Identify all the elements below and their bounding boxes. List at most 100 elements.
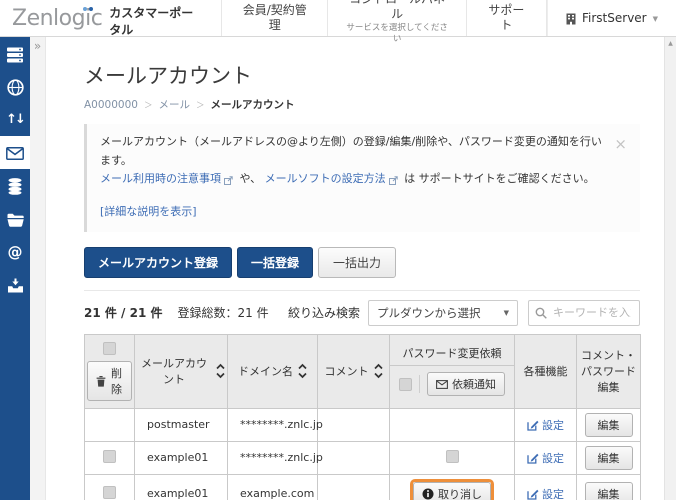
logo-dots-icon [83,6,94,11]
select-all-checkbox[interactable] [103,341,116,355]
sort-icon[interactable] [373,363,383,379]
close-icon[interactable]: × [614,137,627,152]
sidebar-expand-icon[interactable]: » [30,37,45,55]
account-menu[interactable]: FirstServer ▼ [547,0,676,36]
nav-support[interactable]: サポート [465,0,547,36]
external-link-icon [388,171,398,190]
account-cell: postmaster [134,407,228,442]
breadcrumb-separator: ＞ [143,100,153,111]
settings-link[interactable]: 設定 [527,486,564,500]
delete-button[interactable]: 削除 [87,360,132,401]
chevron-down-icon: ▼ [652,15,658,23]
globe-icon [6,77,24,96]
search-input[interactable] [551,305,633,321]
edit-button[interactable]: 編集 [584,412,633,437]
select-all-password-checkbox[interactable] [399,377,412,391]
comment-cell [317,407,390,442]
pw-request-checkbox[interactable] [445,449,459,463]
edit-pencil-icon [527,451,539,464]
nav-member-contract[interactable]: 会員/契約管理 [220,0,327,36]
account-cell: example01 [134,473,228,500]
settings-link[interactable]: 設定 [527,450,564,466]
settings-label: 設定 [542,487,564,500]
breadcrumb-account-id[interactable]: A0000000 [84,99,138,111]
header-password-request-label: パスワード変更依頼 [390,340,514,367]
notice-middle: や、 [239,172,262,186]
functions-cell: 設定 [514,407,577,442]
sort-icon[interactable] [216,363,225,379]
edit-pencil-icon [527,487,539,500]
mail-setup-link[interactable]: メールソフトの設定方法 [265,172,386,185]
external-link-icon [224,171,233,190]
app-window: Zenlogic カスタマーポータル 会員/契約管理 コントロールパネル サービ… [0,0,676,500]
notice-suffix: は サポートサイトをご確認ください。 [404,172,595,186]
sidebar-item-at[interactable]: @ [0,235,30,268]
pw-cell [389,407,515,442]
show-details-link[interactable]: [詳細な説明を表示] [100,203,197,222]
breadcrumb: A0000000 ＞ メール ＞ メールアカウント [84,97,664,112]
scroll-up-arrow-icon[interactable]: ▲ [665,37,676,50]
chevron-down-icon: ▼ [503,308,509,317]
page-title: メールアカウント [84,64,252,88]
header-mail-account: メールアカウント [134,333,228,409]
divider [419,375,420,394]
envelope-icon [436,378,448,391]
bulk-register-button[interactable]: 一括登録 [237,246,314,278]
edit-pencil-icon [527,418,539,431]
bulk-export-button[interactable]: 一括出力 [318,246,397,278]
sidebar-item-import[interactable] [0,268,30,301]
transfer-icon: ↑↓ [6,112,26,127]
register-mail-account-button[interactable]: メールアカウント登録 [84,246,233,278]
account-cell: example01 [134,440,228,475]
main-content: メールアカウント A0000000 ＞ メール ＞ メールアカウント × メール… [46,37,664,500]
cancel-request-button[interactable]: 取り消し [413,481,491,500]
sidebar: ↑↓ @ [0,37,30,500]
sidebar-item-database[interactable] [0,169,30,202]
server-icon [6,44,24,63]
header-domain-label: ドメイン名 [238,365,293,379]
mail-icon [6,143,24,162]
notes-link[interactable]: メール利用時の注意事項 [100,172,221,185]
sidebar-item-folder[interactable] [0,202,30,235]
vertical-scrollbar[interactable]: ▲ [664,37,676,500]
select-cell [84,440,135,475]
sidebar-item-server[interactable] [0,37,30,70]
folder-icon [7,209,24,228]
select-cell [84,473,135,500]
header-functions: 各種機能 [514,333,577,409]
nav-label: コントロールパネル [349,0,445,21]
notify-request-button[interactable]: 依頼通知 [427,372,505,397]
edit-button[interactable]: 編集 [584,445,633,470]
sidebar-item-globe[interactable] [0,70,30,103]
breadcrumb-mail[interactable]: メール [158,97,190,112]
breadcrumb-current: メールアカウント [210,99,295,111]
filter-dropdown[interactable]: プルダウンから選択 ▼ [368,299,518,326]
header-comment: コメント [317,333,390,409]
nav-sublabel: サービスを選択してください [346,22,448,44]
mail-account-table: 削除 メールアカウント ドメイン名 コメント パスワード変更依頼 依頼通知 各種… [84,333,641,500]
search-icon [535,306,547,320]
nav-label: サポート [488,3,525,32]
header-password-request: パスワード変更依頼 依頼通知 [389,333,515,409]
domain-cell: ********.znlc.jp [227,407,323,442]
settings-link[interactable]: 設定 [527,417,564,433]
portal-label: カスタマーポータル [109,5,194,37]
nav-control-panel[interactable]: コントロールパネル サービスを選択してください [327,0,465,44]
sidebar-item-transfer[interactable]: ↑↓ [0,103,30,136]
select-cell [84,407,135,442]
row-select-checkbox[interactable] [103,449,116,463]
table-header: 削除 メールアカウント ドメイン名 コメント パスワード変更依頼 依頼通知 各種… [84,333,641,409]
pw-cell [389,440,515,475]
brand[interactable]: Zenlogic カスタマーポータル [0,0,221,37]
sort-icon[interactable] [298,363,307,379]
sidebar-item-mail[interactable] [0,136,30,169]
building-icon [566,11,576,25]
header-select-delete: 削除 [84,333,135,409]
filter-dropdown-value: プルダウンから選択 [377,305,481,320]
edit-button[interactable]: 編集 [584,481,633,500]
sidebar-gutter: » [30,37,46,500]
divider [84,289,640,291]
table-row: postmaster ********.znlc.jp 設定 編集 [84,407,641,442]
row-select-checkbox[interactable] [103,485,116,499]
account-label: FirstServer [582,11,647,25]
